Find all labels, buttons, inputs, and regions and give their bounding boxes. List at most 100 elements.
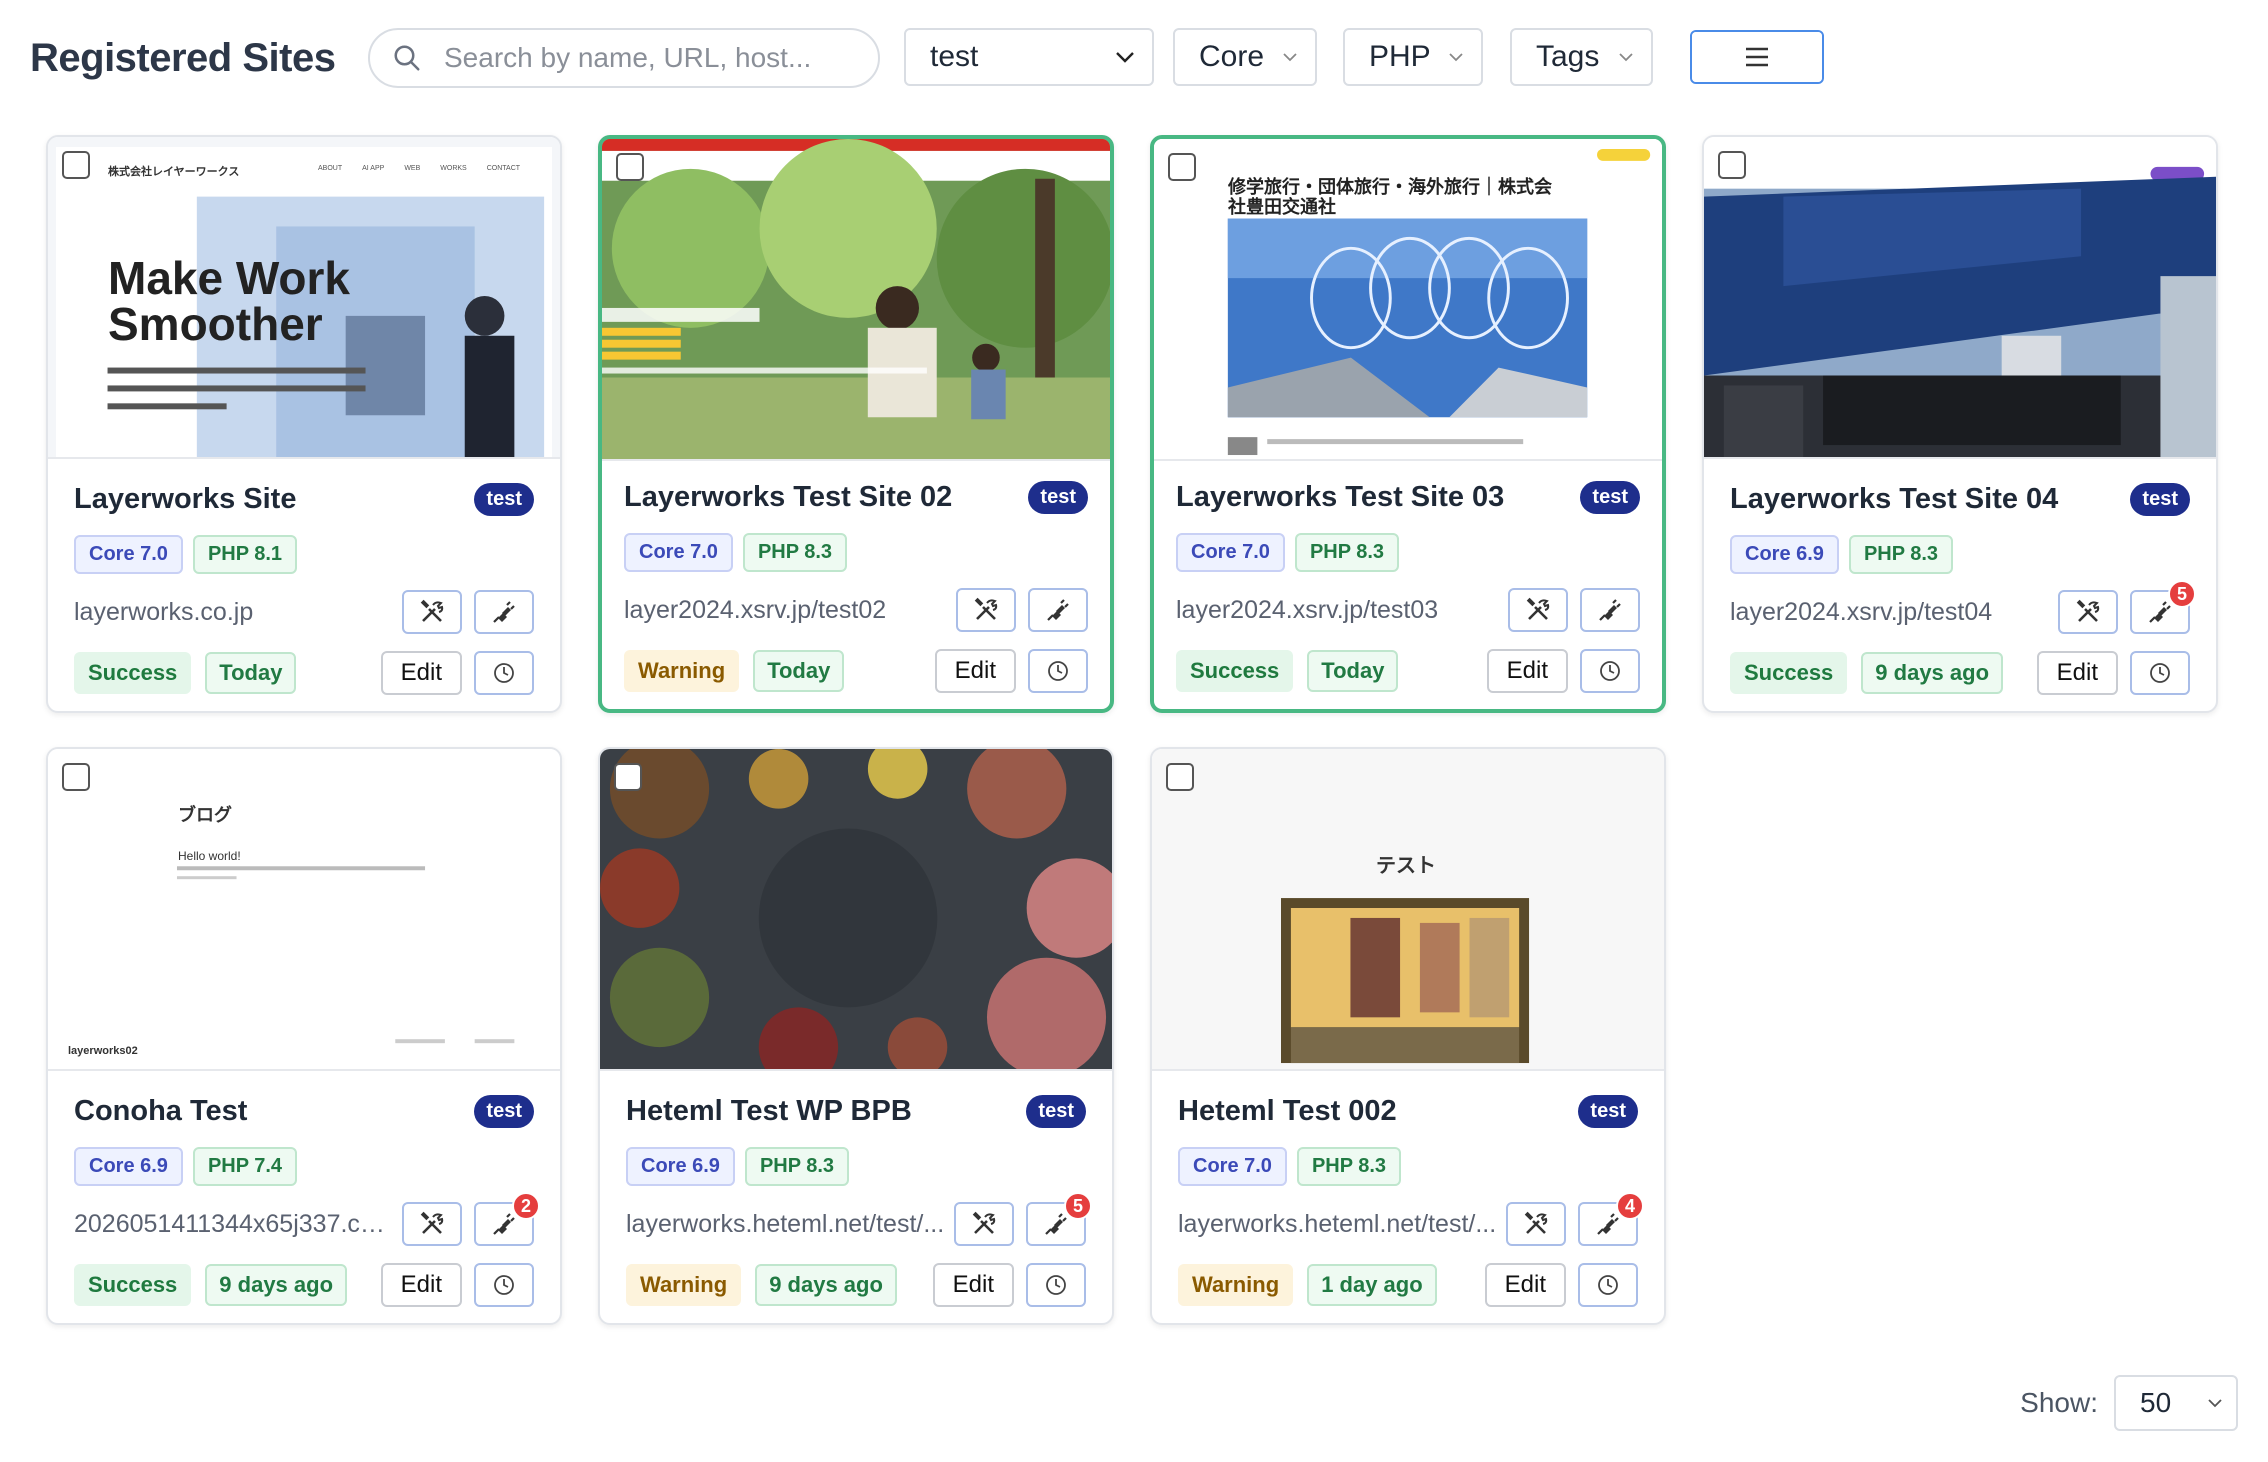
tag-filter-select[interactable]: test bbox=[904, 28, 1154, 86]
edit-button[interactable]: Edit bbox=[1484, 1263, 1566, 1307]
php-version-badge: PHP 7.4 bbox=[192, 1147, 298, 1186]
site-url[interactable]: layerworks.heteml.net/test/... bbox=[1178, 1210, 1496, 1239]
list-view-button[interactable] bbox=[1692, 32, 1822, 82]
thumb-nav-item: CONTACT bbox=[486, 165, 521, 172]
select-checkbox[interactable] bbox=[1168, 153, 1196, 181]
plugins-button[interactable] bbox=[1580, 588, 1640, 632]
plugins-button[interactable] bbox=[1028, 588, 1088, 632]
edit-button[interactable]: Edit bbox=[2036, 651, 2118, 695]
history-button[interactable] bbox=[2130, 651, 2190, 695]
status-badge: Success bbox=[1730, 652, 1848, 694]
site-thumbnail[interactable] bbox=[1704, 137, 2216, 459]
tag-filter-value: test bbox=[930, 40, 979, 73]
site-thumbnail[interactable] bbox=[602, 139, 1110, 461]
core-version-badge: Core 7.0 bbox=[1176, 533, 1285, 572]
page-size-select[interactable]: 50 bbox=[2114, 1375, 2238, 1431]
site-url[interactable]: layer2024.xsrv.jp/test04 bbox=[1730, 598, 1992, 627]
edit-button[interactable]: Edit bbox=[932, 1263, 1014, 1307]
maintenance-button[interactable] bbox=[1506, 1202, 1566, 1246]
site-name: Layerworks Test Site 02 bbox=[624, 480, 953, 513]
select-checkbox[interactable] bbox=[1718, 151, 1746, 179]
site-url[interactable]: layerworks.heteml.net/test/... bbox=[626, 1210, 944, 1239]
search-box[interactable] bbox=[368, 28, 880, 88]
plugins-button[interactable]: 5 bbox=[2130, 580, 2196, 634]
site-thumbnail[interactable]: テスト bbox=[1152, 749, 1664, 1071]
plugins-button[interactable] bbox=[474, 590, 534, 634]
tags-filter-label: Tags bbox=[1536, 40, 1600, 73]
clock-icon bbox=[494, 663, 514, 683]
core-version-badge: Core 7.0 bbox=[1178, 1147, 1287, 1186]
site-url[interactable]: layer2024.xsrv.jp/test03 bbox=[1176, 596, 1438, 625]
card-body: Heteml Test WP BPB test Core 6.9 PHP 8.3 l… bbox=[600, 1073, 1112, 1323]
maintenance-button[interactable] bbox=[956, 588, 1016, 632]
site-card[interactable]: テスト Heteml Test 002 test Core 7.0 PHP 8.3 … bbox=[1150, 747, 1666, 1325]
last-updated-badge: Today bbox=[205, 652, 297, 694]
toolbar: Registered Sites test Core PHP Tags bbox=[30, 28, 2238, 88]
card-body: Layerworks Test Site 03 test Core 7.0 PHP … bbox=[1154, 459, 1662, 709]
site-card[interactable]: 株式会社レイヤーワークス ABOUT AI APP WEB WORKS CONT… bbox=[46, 135, 562, 713]
site-url[interactable]: 2026051411344x65j337.co... bbox=[74, 1210, 394, 1239]
thumb-nav-item: AI APP bbox=[362, 165, 385, 172]
edit-button[interactable]: Edit bbox=[380, 1263, 462, 1307]
thumb-headline-line: Smoother bbox=[108, 298, 323, 350]
php-filter-button[interactable]: PHP bbox=[1343, 28, 1483, 86]
site-url[interactable]: layerworks.co.jp bbox=[74, 598, 253, 627]
site-card[interactable]: 修学旅行・団体旅行・海外旅行｜株式会 社豊田交通社 Layerworks Tes… bbox=[1150, 135, 1666, 713]
tags-filter-button[interactable]: Tags bbox=[1510, 28, 1653, 86]
view-toggle bbox=[1690, 30, 1824, 84]
site-thumbnail[interactable]: 株式会社レイヤーワークス ABOUT AI APP WEB WORKS CONT… bbox=[48, 137, 560, 459]
thumb-nav-item: WEB bbox=[404, 165, 421, 172]
maintenance-button[interactable] bbox=[402, 590, 462, 634]
site-thumbnail[interactable]: ブログ Hello world! layerworks02 bbox=[48, 749, 560, 1071]
site-name: Heteml Test WP BPB bbox=[626, 1094, 912, 1127]
history-button[interactable] bbox=[474, 1263, 534, 1307]
site-card[interactable]: Layerworks Test Site 04 test Core 6.9 PHP … bbox=[1702, 135, 2218, 713]
thumb-heading: 修学旅行・団体旅行・海外旅行｜株式会 社豊田交通社 bbox=[1228, 177, 1552, 217]
maintenance-button[interactable] bbox=[1508, 588, 1568, 632]
plugin-update-count: 4 bbox=[1616, 1192, 1644, 1220]
edit-button[interactable]: Edit bbox=[1486, 649, 1568, 693]
plugins-button[interactable]: 5 bbox=[1026, 1192, 1092, 1246]
site-thumbnail[interactable]: 修学旅行・団体旅行・海外旅行｜株式会 社豊田交通社 bbox=[1154, 139, 1662, 461]
history-button[interactable] bbox=[1028, 649, 1088, 693]
tag-badge: test bbox=[1580, 480, 1640, 514]
history-button[interactable] bbox=[474, 651, 534, 695]
site-card[interactable]: Layerworks Test Site 02 test Core 7.0 PHP … bbox=[598, 135, 1114, 713]
select-checkbox[interactable] bbox=[614, 763, 642, 791]
select-checkbox[interactable] bbox=[1166, 763, 1194, 791]
thumb-nav-item: WORKS bbox=[440, 165, 467, 172]
history-button[interactable] bbox=[1578, 1263, 1638, 1307]
thumb-headline-line: Make Work bbox=[108, 252, 351, 304]
edit-button[interactable]: Edit bbox=[380, 651, 462, 695]
site-card[interactable]: ブログ Hello world! layerworks02 Conoha Tes… bbox=[46, 747, 562, 1325]
edit-button[interactable]: Edit bbox=[934, 649, 1016, 693]
plugins-button[interactable]: 4 bbox=[1578, 1192, 1644, 1246]
select-checkbox[interactable] bbox=[62, 151, 90, 179]
chevron-down-icon bbox=[1449, 53, 1463, 62]
select-checkbox[interactable] bbox=[62, 763, 90, 791]
select-checkbox[interactable] bbox=[616, 153, 644, 181]
search-input[interactable] bbox=[444, 42, 864, 74]
core-filter-button[interactable]: Core bbox=[1173, 28, 1317, 86]
tools-icon bbox=[420, 1211, 444, 1234]
site-card[interactable]: Heteml Test WP BPB test Core 6.9 PHP 8.3 l… bbox=[598, 747, 1114, 1325]
core-version-badge: Core 7.0 bbox=[74, 535, 183, 574]
tag-badge: test bbox=[474, 482, 534, 516]
site-name: Layerworks Site bbox=[74, 482, 297, 515]
plugins-button[interactable]: 2 bbox=[474, 1192, 540, 1246]
history-button[interactable] bbox=[1580, 649, 1640, 693]
history-button[interactable] bbox=[1026, 1263, 1086, 1307]
tools-icon bbox=[1526, 597, 1550, 620]
maintenance-button[interactable] bbox=[954, 1202, 1014, 1246]
last-updated-badge: 1 day ago bbox=[1307, 1264, 1437, 1306]
tag-badge: test bbox=[474, 1094, 534, 1128]
clock-icon bbox=[1598, 1275, 1618, 1295]
site-url[interactable]: layer2024.xsrv.jp/test02 bbox=[624, 596, 886, 625]
maintenance-button[interactable] bbox=[2058, 590, 2118, 634]
site-screenshot bbox=[600, 749, 1112, 1069]
site-thumbnail[interactable] bbox=[600, 749, 1112, 1071]
thumb-headline: Make Work Smoother bbox=[108, 255, 350, 347]
tools-icon bbox=[974, 597, 998, 620]
last-updated-badge: 9 days ago bbox=[755, 1264, 897, 1306]
maintenance-button[interactable] bbox=[402, 1202, 462, 1246]
